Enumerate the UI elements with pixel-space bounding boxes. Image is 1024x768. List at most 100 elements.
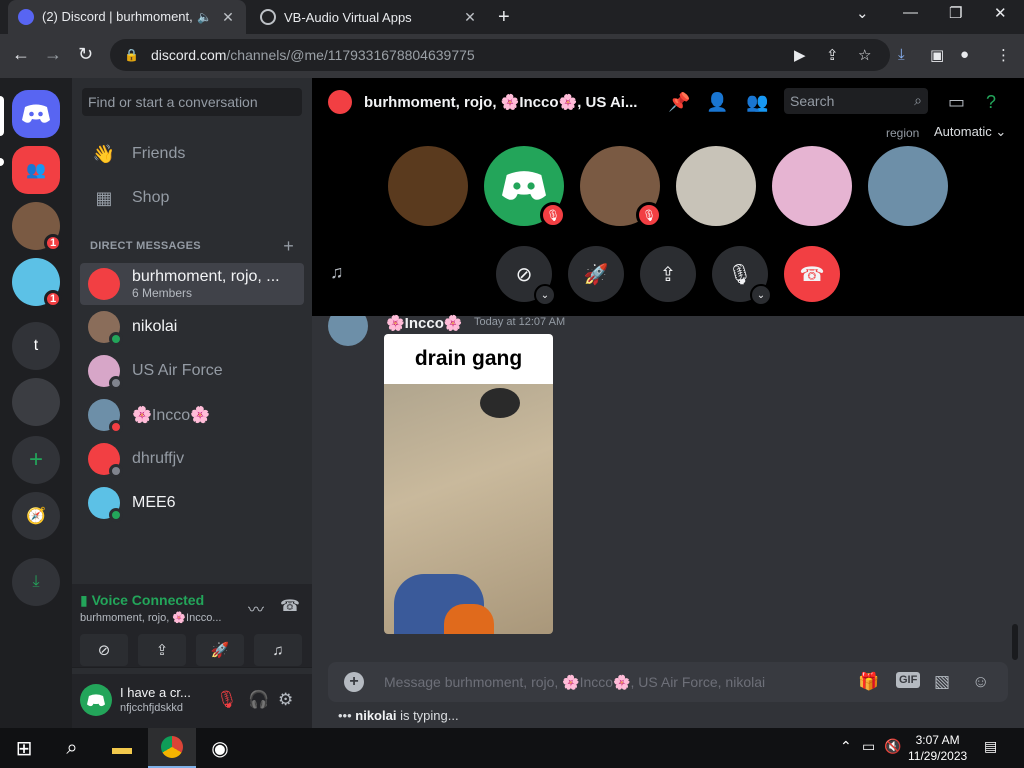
- participant-avatar[interactable]: 🎙: [580, 146, 662, 228]
- profile-icon[interactable]: ●: [960, 46, 969, 63]
- screen-share-button[interactable]: ⇪: [138, 634, 186, 666]
- back-icon[interactable]: ←: [12, 44, 30, 65]
- message-avatar[interactable]: [328, 316, 368, 346]
- dm-item-dhruffjv[interactable]: dhruffjv: [80, 438, 304, 480]
- leave-call-button[interactable]: ☎: [784, 246, 840, 302]
- forward-icon[interactable]: →: [44, 44, 62, 65]
- file-explorer-icon[interactable]: ▬: [98, 728, 146, 768]
- close-window-icon[interactable]: ✕: [994, 4, 1007, 22]
- gif-button[interactable]: GIF: [896, 672, 921, 688]
- voice-status-text[interactable]: Voice Connected: [92, 592, 205, 608]
- bookmark-star-icon[interactable]: ☆: [858, 46, 871, 64]
- mute-button[interactable]: 🎙 ⌄: [712, 246, 772, 306]
- url-path: /channels/@me/1179331678804639775: [226, 47, 475, 63]
- members-icon[interactable]: 👥: [746, 92, 768, 113]
- mic-muted-icon[interactable]: 🎙: [216, 690, 238, 710]
- steam-icon[interactable]: ◉: [196, 728, 244, 768]
- address-bar[interactable]: 🔒 discord.com /channels/@me/117933167880…: [110, 39, 890, 71]
- reload-icon[interactable]: ↻: [78, 44, 93, 65]
- group-dm-server-icon[interactable]: 👥: [12, 146, 60, 194]
- mention-badge: 1: [44, 234, 62, 252]
- network-icon[interactable]: ▭: [862, 738, 875, 755]
- tab-close-icon[interactable]: ✕: [220, 9, 236, 26]
- video-attachment[interactable]: drain gang: [384, 334, 553, 634]
- discord-home-icon[interactable]: [12, 90, 60, 138]
- message-composer[interactable]: + Message burhmoment, rojo, 🌸Incco🌸, US …: [328, 662, 1008, 702]
- dm-item-group[interactable]: burhmoment, rojo, ... 6 Members: [80, 263, 304, 305]
- noise-suppression-icon[interactable]: 〰: [248, 596, 264, 620]
- dm-item-us-air-force[interactable]: US Air Force: [80, 350, 304, 392]
- message-input[interactable]: Message burhmoment, rojo, 🌸Incco🌸, US Ai…: [384, 674, 765, 691]
- add-friend-icon[interactable]: 👤: [706, 92, 728, 113]
- sticker-icon[interactable]: ▧: [934, 672, 950, 692]
- share-icon[interactable]: ⇪: [826, 46, 839, 64]
- chevron-down-icon[interactable]: ⌄: [750, 284, 772, 306]
- dm-item-incco[interactable]: 🌸Incco🌸: [80, 394, 304, 436]
- new-tab-icon[interactable]: +: [498, 6, 510, 29]
- search-input[interactable]: Search ⌕: [784, 88, 928, 114]
- notifications-icon[interactable]: ▤: [984, 738, 997, 755]
- video-frame[interactable]: [384, 384, 553, 634]
- participant-avatar[interactable]: [868, 146, 948, 226]
- activity-button[interactable]: 🚀: [568, 246, 624, 302]
- emoji-icon[interactable]: ☺: [972, 672, 989, 692]
- screen-share-button[interactable]: ⇪: [640, 246, 696, 302]
- side-panel-icon[interactable]: ▣: [930, 46, 944, 64]
- restore-icon[interactable]: ❐: [949, 4, 962, 22]
- find-conversation-input[interactable]: Find or start a conversation: [82, 88, 302, 116]
- region-select[interactable]: Automatic ⌄: [934, 124, 1006, 140]
- tab-close-icon[interactable]: ✕: [462, 9, 478, 26]
- user-avatar[interactable]: [80, 684, 112, 716]
- tab-audio-icon[interactable]: 🔈: [197, 10, 212, 24]
- settings-gear-icon[interactable]: ⚙: [278, 690, 293, 710]
- participant-avatar[interactable]: [388, 146, 468, 226]
- scrollbar-thumb[interactable]: [1012, 624, 1018, 660]
- participant-avatar[interactable]: 🎙: [484, 146, 566, 228]
- create-dm-icon[interactable]: +: [283, 236, 294, 257]
- camera-off-button[interactable]: ⊘: [80, 634, 128, 666]
- user-tag: nfjcchfjdskkd: [120, 702, 183, 714]
- server-letter-icon[interactable]: t: [12, 322, 60, 370]
- activity-button[interactable]: 🚀: [196, 634, 244, 666]
- participant-avatar[interactable]: [772, 146, 852, 226]
- soundboard-button[interactable]: ♫: [254, 634, 302, 666]
- system-clock[interactable]: 3:07 AM 11/29/2023: [908, 732, 967, 764]
- pin-icon[interactable]: 📌: [668, 92, 690, 113]
- start-windows-icon[interactable]: ⊞: [0, 728, 48, 768]
- download-apps-icon[interactable]: ⤓: [12, 558, 60, 606]
- voice-channel[interactable]: burhmoment, rojo, 🌸Incco...: [80, 611, 221, 624]
- tab-search-icon[interactable]: ⌄: [856, 4, 869, 22]
- message-author[interactable]: 🌸Incco🌸: [386, 314, 463, 332]
- chevron-down-icon[interactable]: ⌄: [534, 284, 556, 306]
- activity-shelf-icon[interactable]: ♫: [330, 262, 344, 283]
- camera-icon[interactable]: ▶: [794, 46, 806, 64]
- download-icon[interactable]: ⤓: [898, 46, 905, 63]
- minimize-icon[interactable]: —: [903, 4, 918, 21]
- explore-compass-icon[interactable]: 🧭: [12, 492, 60, 540]
- server-avatar-icon[interactable]: [12, 378, 60, 426]
- camera-off-button[interactable]: ⊘ ⌄: [496, 246, 556, 306]
- status-offline-icon: [109, 376, 123, 390]
- help-icon[interactable]: ?: [986, 92, 996, 113]
- tab-discord[interactable]: (2) Discord | burhmoment, rojo, 🌸Incco🌸,…: [8, 0, 246, 34]
- server-avatar-icon[interactable]: 1: [12, 258, 62, 308]
- attach-plus-icon[interactable]: +: [344, 672, 364, 692]
- search-icon[interactable]: ⌕: [48, 728, 96, 768]
- gift-icon[interactable]: 🎁: [858, 672, 879, 692]
- server-avatar-icon[interactable]: 1: [12, 202, 62, 252]
- menu-kebab-icon[interactable]: ⋮: [996, 46, 1011, 64]
- chrome-icon[interactable]: [148, 728, 196, 768]
- tab-vb-audio[interactable]: VB-Audio Virtual Apps ✕: [250, 0, 488, 34]
- dm-item-mee6[interactable]: MEE6: [80, 482, 304, 524]
- inbox-icon[interactable]: ▭: [948, 92, 965, 113]
- nav-friends[interactable]: 👋 Friends: [80, 133, 304, 175]
- dm-item-nikolai[interactable]: nikolai: [80, 306, 304, 348]
- add-server-icon[interactable]: +: [12, 436, 60, 484]
- volume-muted-icon[interactable]: 🔇: [884, 738, 901, 755]
- typing-dots-icon: •••: [338, 708, 356, 723]
- headphones-icon[interactable]: 🎧: [248, 690, 269, 710]
- participant-avatar[interactable]: [676, 146, 756, 226]
- nav-shop[interactable]: ▦ Shop: [80, 177, 304, 219]
- disconnect-icon[interactable]: ☎: [280, 596, 300, 616]
- tray-chevron-icon[interactable]: ⌃: [840, 738, 852, 755]
